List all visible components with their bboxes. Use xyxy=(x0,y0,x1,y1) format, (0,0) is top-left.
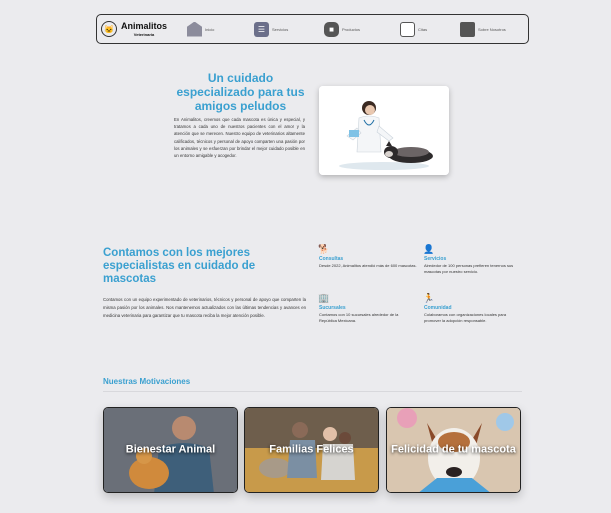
stat-text: Alrededor de 100 personas prefieren tene… xyxy=(424,263,514,275)
nav-item-productos[interactable]: ■ Productos xyxy=(324,15,400,43)
hero-image xyxy=(319,86,449,175)
stat-sucursales: 🏢 Sucursales Contamos con 10 sucursales … xyxy=(318,292,417,324)
nav-item-citas[interactable]: Citas xyxy=(400,15,460,43)
stat-text: Contamos con 10 sucursales alrededor de … xyxy=(319,312,399,324)
specialists-title: Contamos con los mejores especialistas e… xyxy=(103,247,256,285)
nav-item-servicios[interactable]: ☰ Servicios xyxy=(254,15,324,43)
box-icon: ■ xyxy=(324,21,339,37)
card-label: Familias Felices xyxy=(269,443,354,456)
nav-item-inicio[interactable]: Inicio xyxy=(187,15,254,43)
hero-title: Un cuidado especializado para tus amigos… xyxy=(176,71,305,113)
building-icon: 🏢 xyxy=(318,292,330,303)
card-label: Bienestar Animal xyxy=(125,443,216,456)
hero-text: En Animalitos, creemos que cada mascota … xyxy=(174,117,305,159)
calendar-icon xyxy=(400,21,415,37)
person-icon: 👤 xyxy=(423,243,435,254)
standing-person-icon: 🏃 xyxy=(423,292,435,303)
stat-text: Desde 2022, Animalitos atendió más de 60… xyxy=(319,263,417,268)
brand-name: Animalitos xyxy=(121,20,168,31)
stat-title: Consultas xyxy=(319,256,344,262)
stat-title: Sucursales xyxy=(319,305,346,311)
brand[interactable]: 🐱 Animalitos Veterinaria xyxy=(97,15,187,43)
navbar: 🐱 Animalitos Veterinaria Inicio ☰ Servic… xyxy=(96,14,529,44)
building-icon xyxy=(460,21,475,37)
divider xyxy=(103,391,522,392)
nav-label-servicios: Servicios xyxy=(272,26,289,32)
nav-label-citas: Citas xyxy=(418,26,428,32)
card-label: Felicidad de tu mascota xyxy=(391,443,516,456)
stat-comunidad: 🏃 Comunidad Colaboramos con organizacion… xyxy=(423,292,522,324)
card-bienestar-animal[interactable]: Bienestar Animal xyxy=(103,407,238,493)
motivations-title: Nuestras Motivaciones xyxy=(103,377,191,386)
nav-item-sobre-nosotros[interactable]: Sobre Nosotros xyxy=(460,15,524,43)
nav-label-sobre-nosotros: Sobre Nosotros xyxy=(478,26,506,32)
nav-label-productos: Productos xyxy=(342,26,361,32)
card-felicidad-mascota[interactable]: Felicidad de tu mascota xyxy=(386,407,521,493)
dog-icon: 🐕 xyxy=(318,243,330,254)
card-familias-felices[interactable]: Familias Felices xyxy=(244,407,379,493)
stat-title: Servicios xyxy=(424,256,447,262)
home-icon xyxy=(187,21,202,37)
specialists-text: Contamos con un equipo experimentado de … xyxy=(103,297,306,318)
nav-label-inicio: Inicio xyxy=(205,26,215,32)
cat-icon: 🐱 xyxy=(101,21,117,37)
stat-servicios: 👤 Servicios Alrededor de 100 personas pr… xyxy=(423,243,522,275)
stat-text: Colaboramos con organizaciones locales p… xyxy=(424,312,507,324)
stat-consultas: 🐕 Consultas Desde 2022, Animalitos atend… xyxy=(318,243,417,269)
brand-subtitle: Veterinaria xyxy=(133,31,155,37)
stat-title: Comunidad xyxy=(424,305,452,311)
checklist-icon: ☰ xyxy=(254,21,269,37)
